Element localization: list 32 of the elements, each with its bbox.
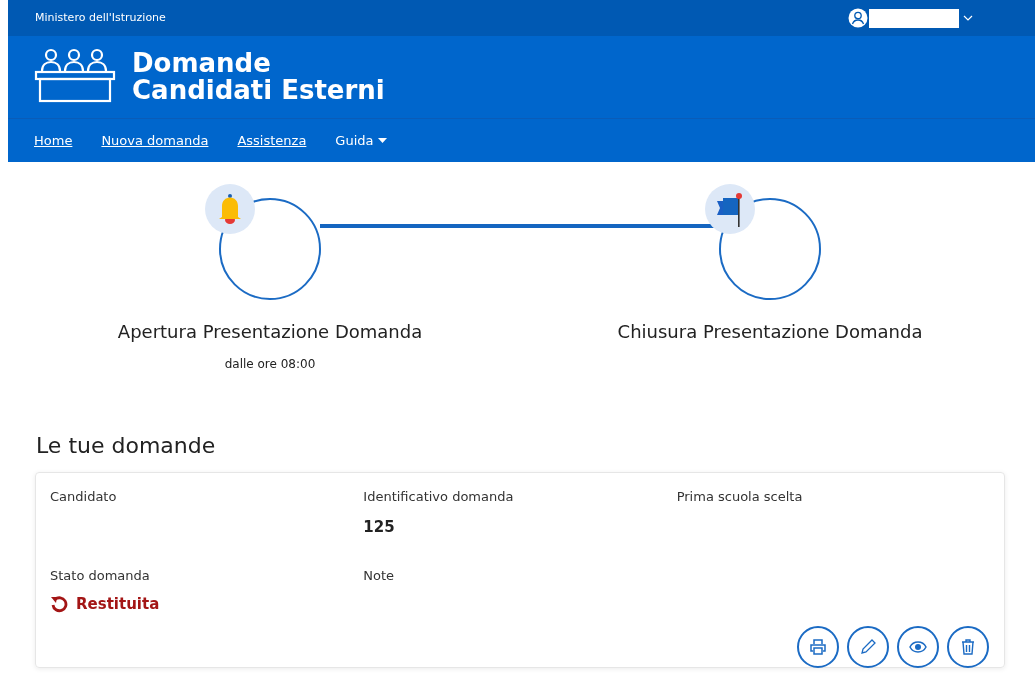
edit-button[interactable] (847, 625, 889, 668)
field-label: Stato domanda (50, 566, 151, 585)
field-label: Candidato (50, 488, 118, 506)
chevron-down-icon[interactable] (963, 15, 973, 21)
view-button[interactable] (897, 625, 939, 668)
delete-button[interactable] (947, 625, 989, 668)
caret-icon (377, 138, 387, 143)
step-subtitle: dalle ore 08:00 (223, 356, 317, 373)
section-heading: Le tue domande (36, 432, 217, 460)
nav-link[interactable]: Assistenza (237, 130, 307, 151)
step-title: Apertura Presentazione Domanda (116, 320, 424, 344)
field-label: Prima scuola scelta (676, 488, 804, 506)
undo-icon (50, 595, 68, 614)
pencil-icon (859, 637, 877, 656)
nav-link[interactable]: Home (34, 130, 73, 151)
user-name-box[interactable] (869, 8, 959, 28)
bell-icon (217, 193, 243, 225)
field-value: 125 (363, 516, 396, 538)
flag-icon (715, 191, 745, 227)
nav-link[interactable]: Nuova domanda (101, 130, 209, 151)
user-avatar-icon[interactable] (848, 8, 868, 28)
trash-icon (959, 637, 977, 656)
status-text: Restituita (50, 593, 364, 616)
app-title: Domande (132, 49, 272, 77)
print-button[interactable] (797, 625, 839, 668)
field-label: Note (363, 566, 396, 585)
app-title: Candidati Esterni (132, 77, 385, 105)
printer-icon (809, 637, 827, 656)
guide-menu[interactable]: Guida (335, 130, 387, 151)
field-label: Identificativo domanda (363, 488, 515, 506)
step-title: Chiusura Presentazione Domanda (616, 320, 924, 344)
ministry-name: Ministero dell'Istruzione (35, 9, 166, 26)
